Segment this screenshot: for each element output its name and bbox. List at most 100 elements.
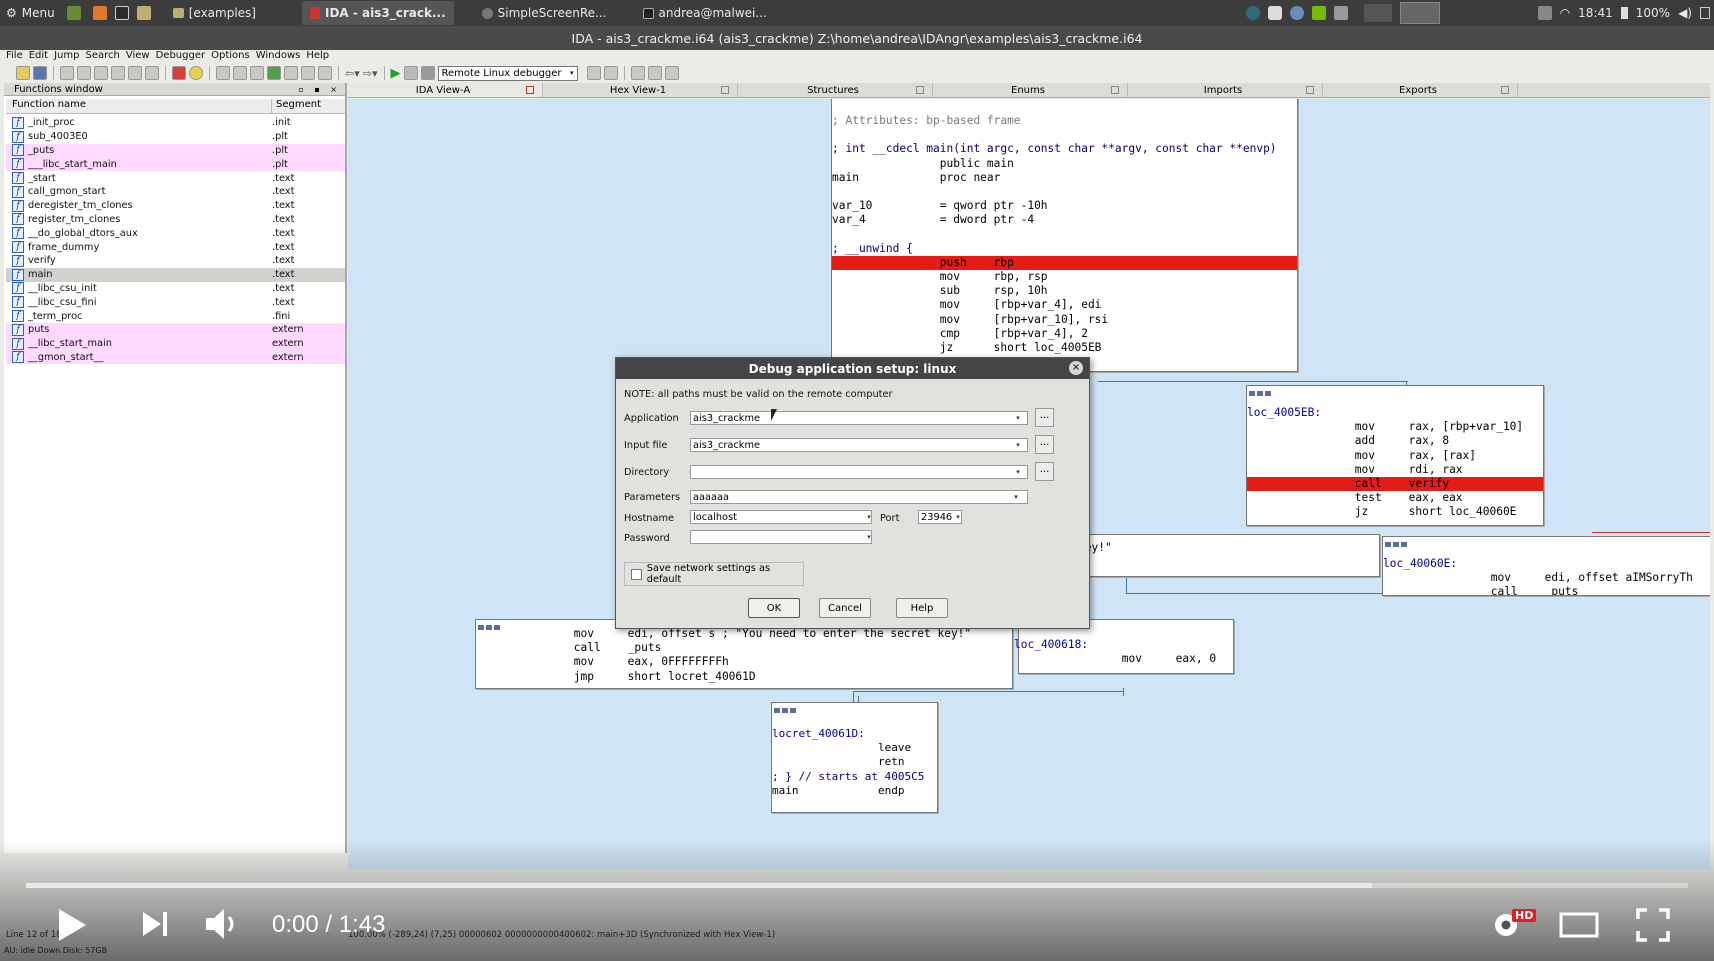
- toolbar-button[interactable]: [94, 66, 108, 80]
- toolbar-button[interactable]: [128, 66, 142, 80]
- clock[interactable]: 18:41: [1578, 6, 1613, 20]
- code-line[interactable]: ; int __cdecl main(int argc, const char …: [832, 142, 1297, 156]
- task-examples[interactable]: [examples]: [165, 1, 264, 25]
- window-controls[interactable]: ▫ ▪ ×: [298, 85, 345, 94]
- toolbar-button[interactable]: [233, 66, 247, 80]
- terminal-icon[interactable]: [114, 6, 129, 20]
- toolbar-button[interactable]: [60, 66, 74, 80]
- pause-icon[interactable]: [403, 66, 418, 80]
- network-icon[interactable]: [1245, 6, 1260, 20]
- open-icon[interactable]: [16, 66, 30, 80]
- code-line[interactable]: call _puts: [1383, 585, 1710, 595]
- chevron-down-icon[interactable]: ▾: [1014, 466, 1022, 478]
- code-line[interactable]: test eax, eax: [1247, 491, 1543, 505]
- os-menu-button[interactable]: ⚙ Menu: [0, 0, 61, 26]
- close-icon[interactable]: ×: [1069, 361, 1083, 375]
- code-line[interactable]: mov edi, offset s ; "You need to enter t…: [466, 627, 1012, 641]
- code-line[interactable]: mov rbp, rsp: [832, 270, 1297, 284]
- function-row[interactable]: f main .text: [6, 267, 345, 282]
- code-line[interactable]: mov edi, offset aIMSorryTh: [1383, 571, 1710, 585]
- function-row[interactable]: f puts extern: [6, 322, 345, 337]
- password-field[interactable]: [690, 530, 872, 544]
- cancel-button[interactable]: Cancel: [819, 598, 871, 618]
- search-icon[interactable]: [189, 66, 203, 80]
- folder-icon[interactable]: [136, 6, 151, 20]
- workspace-1[interactable]: [1363, 4, 1392, 22]
- close-icon[interactable]: [1501, 86, 1509, 94]
- function-row[interactable]: f sub_4003E0 .plt: [6, 130, 345, 144]
- toolbar-button[interactable]: [145, 66, 159, 80]
- play-icon[interactable]: [55, 906, 89, 944]
- code-line[interactable]: loc_40060E:: [1383, 557, 1710, 571]
- code-line[interactable]: mov rdi, rax: [1247, 463, 1543, 477]
- column-header-segment[interactable]: Segment: [272, 99, 321, 113]
- shield-icon[interactable]: [1267, 6, 1282, 20]
- code-line[interactable]: ; Attributes: bp-based frame: [832, 114, 1297, 128]
- close-icon[interactable]: [1111, 86, 1119, 94]
- stop-icon[interactable]: [420, 66, 435, 80]
- code-line[interactable]: [832, 128, 1297, 142]
- toolbar-button[interactable]: [630, 66, 645, 80]
- chevron-down-icon[interactable]: ▾: [865, 511, 873, 523]
- save-settings-checkbox[interactable]: [631, 568, 642, 580]
- close-icon[interactable]: [318, 66, 332, 80]
- toolbar-button[interactable]: [301, 66, 315, 80]
- code-line[interactable]: ; } // starts at 4005C5: [772, 770, 937, 784]
- display-icon[interactable]: [1537, 6, 1552, 20]
- code-line[interactable]: loc_400618:: [1014, 638, 1233, 652]
- text-color-icon[interactable]: [172, 66, 186, 80]
- tab-imports[interactable]: Imports: [1128, 83, 1323, 97]
- theater-mode-icon[interactable]: [1558, 911, 1600, 939]
- input-file-browse-button[interactable]: ...: [1035, 435, 1054, 454]
- toolbar-button[interactable]: [77, 66, 91, 80]
- code-line[interactable]: locret_40061D:: [772, 727, 937, 741]
- code-line[interactable]: call verify: [1247, 476, 1543, 492]
- function-row[interactable]: f deregister_tm_clones .text: [6, 199, 345, 213]
- tab-ida-view-a[interactable]: IDA View-A: [348, 83, 543, 97]
- application-field[interactable]: ais3_crackme: [690, 411, 1028, 425]
- task-terminal[interactable]: andrea@malwei...: [635, 1, 775, 25]
- code-line[interactable]: jz short loc_4005EB: [832, 341, 1297, 355]
- menu-options[interactable]: Options: [211, 50, 250, 64]
- code-line[interactable]: main proc near: [832, 171, 1297, 185]
- fullscreen-icon[interactable]: [1636, 908, 1670, 942]
- stepper-icon[interactable]: ▾: [954, 511, 962, 523]
- menu-search[interactable]: Search: [86, 50, 120, 64]
- toolbar-button[interactable]: [284, 66, 298, 80]
- toolbar-button[interactable]: [664, 66, 679, 80]
- code-line[interactable]: mov [rbp+var_10], rsi: [832, 313, 1297, 327]
- close-icon[interactable]: [526, 86, 534, 94]
- function-row[interactable]: f call_gmon_start .text: [6, 185, 345, 199]
- input-file-field[interactable]: ais3_crackme: [690, 438, 1028, 452]
- battery-icon[interactable]: [1620, 7, 1628, 19]
- graph-node-main[interactable]: ; Attributes: bp-based frame ; int __cdec…: [831, 99, 1298, 372]
- code-line[interactable]: mov rax, [rax]: [1247, 449, 1543, 463]
- chevron-down-icon[interactable]: ▾: [1014, 412, 1022, 424]
- function-row[interactable]: f __libc_start_main extern: [6, 336, 345, 351]
- chevron-down-icon[interactable]: ▾: [1014, 439, 1022, 451]
- code-line[interactable]: jz short loc_40060E: [1247, 505, 1543, 519]
- function-row[interactable]: f _start .text: [6, 171, 345, 185]
- graph-node-fail[interactable]: mov edi, offset s ; "You need to enter t…: [475, 619, 1013, 689]
- code-line[interactable]: mov eax, 0FFFFFFFFh: [466, 655, 1012, 669]
- add-icon[interactable]: [267, 66, 281, 80]
- code-line[interactable]: call _puts: [466, 641, 1012, 655]
- tab-structures[interactable]: Structures: [738, 83, 933, 97]
- hostname-field[interactable]: localhost: [690, 510, 872, 524]
- code-line[interactable]: mov eax, 0: [1014, 652, 1233, 666]
- toolbar-button[interactable]: [216, 66, 230, 80]
- next-icon[interactable]: [141, 909, 171, 939]
- tab-enums[interactable]: Enums: [933, 83, 1128, 97]
- code-line[interactable]: ; __unwind {: [832, 242, 1297, 256]
- code-line[interactable]: var_10 = qword ptr -10h: [832, 199, 1297, 213]
- firefox-icon[interactable]: [92, 6, 107, 20]
- code-line[interactable]: loc_4005EB:: [1247, 406, 1543, 420]
- code-line[interactable]: [832, 185, 1297, 199]
- drive-icon[interactable]: [1333, 6, 1348, 20]
- function-row[interactable]: f register_tm_clones .text: [6, 213, 345, 227]
- code-line[interactable]: leave: [772, 741, 937, 755]
- code-line[interactable]: mov [rbp+var_4], edi: [832, 298, 1297, 312]
- application-browse-button[interactable]: ...: [1035, 408, 1054, 427]
- bluetooth-icon[interactable]: [1289, 6, 1304, 20]
- function-row[interactable]: f _term_proc .fini: [6, 309, 345, 323]
